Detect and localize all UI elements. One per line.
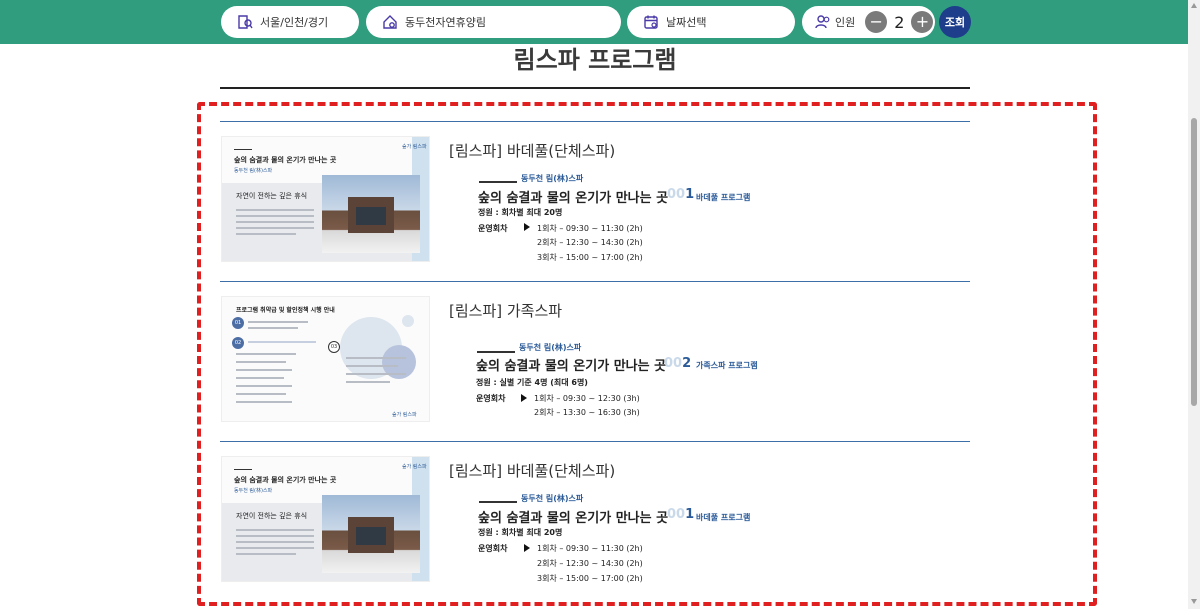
calendar-icon — [642, 13, 660, 31]
selection-highlight — [197, 102, 1097, 606]
scroll-up-arrow-icon[interactable] — [1191, 3, 1197, 8]
place-select[interactable]: 동두천자연휴양림 — [366, 6, 621, 38]
page-title: 림스파 프로그램 — [513, 46, 677, 74]
search-button[interactable]: 조회 — [939, 6, 971, 38]
home-pin-icon — [381, 13, 399, 31]
people-selector: 인원 − 2 + — [802, 6, 935, 38]
people-icon — [814, 13, 832, 31]
title-divider — [220, 87, 970, 89]
search-bar: 서울/인천/경기 동두천자연휴양림 날짜선택 인원 − 2 + 조회 — [0, 0, 1188, 44]
people-count: 2 — [894, 12, 905, 32]
date-select[interactable]: 날짜선택 — [627, 6, 795, 38]
date-placeholder: 날짜선택 — [666, 16, 707, 29]
scrollbar-thumb[interactable] — [1191, 118, 1197, 406]
place-label: 동두천자연휴양림 — [405, 16, 486, 29]
scroll-down-arrow-icon[interactable] — [1191, 599, 1197, 604]
region-label: 서울/인천/경기 — [260, 16, 329, 29]
decrease-people-button[interactable]: − — [865, 11, 888, 33]
people-label: 인원 — [835, 16, 856, 29]
region-select[interactable]: 서울/인천/경기 — [221, 6, 359, 38]
increase-people-button[interactable]: + — [911, 11, 934, 33]
vertical-scrollbar[interactable] — [1188, 0, 1200, 609]
map-book-icon — [236, 13, 254, 31]
